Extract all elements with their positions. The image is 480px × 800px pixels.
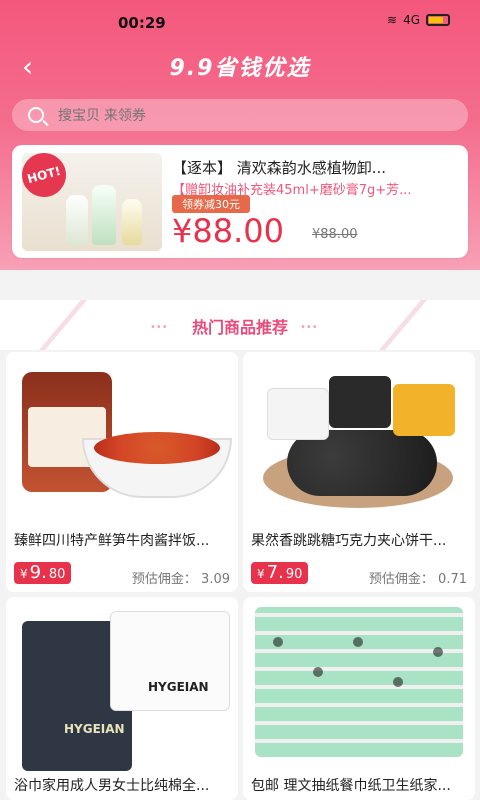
decor-dots: ••• [300,322,318,333]
product-card[interactable]: 臻鲜四川特产鲜笋牛肉酱拌饭... ¥ 9. 80 预估佣金： 3.09 [6,352,238,592]
battery-icon [426,14,450,26]
promo-original-price: ¥88.00 [312,227,358,242]
product-image [6,352,238,522]
section-header: ••• 热门商品推荐 ••• [0,300,480,350]
header-background: 00:29 ≋ 4G ‹ 9.9省钱优选 HOT! 【逐本】 清欢森韵水感植物卸… [0,0,480,270]
search-bar[interactable] [12,99,468,131]
snack-pack-image [329,376,391,428]
commission: 预估佣金： 3.09 [132,568,230,587]
commission-label: 预估佣金： [131,572,197,587]
product-title[interactable]: 包邮 理文抽纸餐巾纸卫生纸家... [251,775,467,795]
price-tag: ¥ 9. 80 [14,562,72,584]
yen-symbol: ¥ [257,567,265,581]
yen-symbol: ¥ [20,567,28,581]
wifi-icon: ≋ [387,13,398,27]
price-tag: ¥ 7. 90 [251,562,309,584]
panda-dot [393,677,403,687]
panda-dot [273,637,283,647]
tissue-boxes-image [255,607,463,757]
panda-dot [313,667,323,677]
product-card[interactable]: 果然香跳跳糖巧克力夹心饼干... ¥ 7. 90 预估佣金： 0.71 [243,352,475,592]
price-decimal: 80 [48,567,66,582]
commission-value: 0.71 [438,572,467,587]
product-image: HYGEIAN HYGEIAN [6,597,238,771]
promo-image: HOT! [22,153,162,251]
promo-card[interactable]: HOT! 【逐本】 清欢森韵水感植物卸... 【赠卸妆油补充装45ml+磨砂膏7… [12,145,468,258]
top-nav: ‹ 9.9省钱优选 [0,46,480,86]
product-card[interactable]: HYGEIAN HYGEIAN 浴巾家用成人男女士比纯棉全... [6,597,238,800]
commission-label: 预估佣金： [368,572,434,587]
towel-image [110,611,230,711]
product-title[interactable]: 臻鲜四川特产鲜笋牛肉酱拌饭... [14,530,230,550]
panda-dot [433,647,443,657]
coupon-badge[interactable]: 领券减30元 [172,195,250,213]
product-image [243,352,475,522]
bottle-image [92,185,116,245]
towel-brand-text: HYGEIAN [148,680,209,694]
product-card[interactable]: 包邮 理文抽纸餐巾纸卫生纸家... [243,597,475,800]
bottle-image [66,195,88,245]
promo-title[interactable]: 【逐本】 清欢森韵水感植物卸... [172,157,458,178]
towel-brand-text: HYGEIAN [64,722,125,736]
snack-pack-image [393,384,455,436]
status-time: 00:29 [118,14,166,32]
product-title[interactable]: 浴巾家用成人男女士比纯棉全... [14,775,230,795]
status-icons: ≋ 4G [387,13,450,27]
search-input[interactable] [58,107,239,123]
snack-pack-image [267,388,329,440]
product-title[interactable]: 果然香跳跳糖巧克力夹心饼干... [251,530,467,550]
signal-label: 4G [403,13,420,27]
search-icon [28,107,44,123]
commission-value: 3.09 [201,572,230,587]
page-title: 9.9省钱优选 [169,56,311,81]
price-int: 7. [266,562,284,583]
hot-badge: HOT! [22,153,71,202]
bottle-image [122,199,142,245]
price-decimal: 90 [285,567,303,582]
promo-price: ¥88.00 [172,212,284,250]
price-int: 9. [29,562,47,583]
product-image [243,597,475,767]
food-image [94,432,220,464]
panda-dot [353,637,363,647]
product-grid: 臻鲜四川特产鲜笋牛肉酱拌饭... ¥ 9. 80 预估佣金： 3.09 果然香跳… [0,350,480,800]
commission: 预估佣金： 0.71 [369,568,467,587]
section-title: 热门商品推荐 [191,318,288,337]
status-bar: 00:29 ≋ 4G [0,0,480,40]
